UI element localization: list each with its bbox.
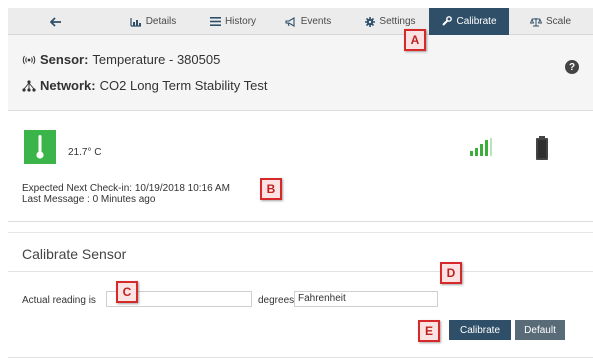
sensor-info-panel: Sensor: Temperature - 380505 Network: CO… bbox=[8, 35, 593, 111]
tab-label: Scale bbox=[545, 16, 571, 27]
sensor-name: Temperature - 380505 bbox=[92, 52, 221, 67]
thermometer-icon bbox=[24, 130, 56, 164]
annotation-marker-e: E bbox=[418, 320, 440, 342]
tab-label: Settings bbox=[379, 16, 416, 27]
last-message: Last Message : 0 Minutes ago bbox=[22, 194, 156, 205]
tab-back[interactable] bbox=[26, 8, 86, 35]
annotation-marker-d: D bbox=[440, 262, 462, 284]
help-glyph: ? bbox=[568, 61, 576, 73]
sensor-line: Sensor: Temperature - 380505 bbox=[22, 52, 220, 67]
sensor-label: Sensor: bbox=[40, 52, 89, 67]
temperature-reading: 21.7° C bbox=[68, 147, 102, 158]
tab-calibrate[interactable]: Calibrate bbox=[429, 8, 509, 35]
tab-history[interactable]: History bbox=[198, 8, 268, 35]
calibrate-button[interactable]: Calibrate bbox=[449, 320, 511, 340]
tab-label: History bbox=[224, 16, 257, 27]
tab-details[interactable]: Details bbox=[118, 8, 188, 35]
annotation-marker-c: C bbox=[116, 281, 138, 303]
gear-icon bbox=[365, 16, 376, 27]
tab-events[interactable]: Events bbox=[273, 8, 343, 35]
calibrate-title: Calibrate Sensor bbox=[22, 246, 127, 262]
units-label: degrees bbox=[258, 295, 295, 306]
next-checkin: Expected Next Check-in: 10/19/2018 10:16… bbox=[22, 183, 230, 194]
bullhorn-icon bbox=[285, 16, 295, 27]
wireless-sensor-icon bbox=[22, 55, 36, 64]
divider bbox=[8, 271, 593, 272]
checkin-info: Expected Next Check-in: 10/19/2018 10:16… bbox=[22, 183, 230, 205]
tab-scale[interactable]: Scale bbox=[513, 8, 588, 35]
signal-strength-icon bbox=[470, 138, 492, 156]
tab-label: Details bbox=[145, 16, 177, 27]
scale-icon bbox=[529, 17, 542, 26]
list-icon bbox=[209, 17, 221, 26]
units-field[interactable]: Fahrenheit bbox=[294, 291, 438, 307]
network-line: Network: CO2 Long Term Stability Test bbox=[22, 78, 268, 93]
tab-label: Calibrate bbox=[456, 16, 497, 27]
network-name: CO2 Long Term Stability Test bbox=[99, 78, 268, 93]
network-label: Network: bbox=[40, 78, 96, 93]
default-button[interactable]: Default bbox=[515, 320, 565, 340]
battery-icon bbox=[536, 136, 548, 160]
tab-label: Events bbox=[300, 16, 332, 27]
wrench-icon bbox=[442, 16, 453, 26]
back-arrow-icon bbox=[50, 16, 61, 27]
help-icon[interactable]: ? bbox=[565, 60, 579, 74]
divider bbox=[8, 357, 593, 358]
tab-bar: Details History Events Settings Calibrat… bbox=[8, 8, 593, 35]
reading-label: Actual reading is bbox=[22, 295, 96, 306]
calibrate-panel: Calibrate Sensor Actual reading is degre… bbox=[8, 232, 593, 361]
network-icon bbox=[22, 79, 36, 92]
annotation-marker-b: B bbox=[260, 178, 282, 200]
sensor-status-panel: 21.7° C Expected Next Check-in: 10/19/20… bbox=[8, 112, 593, 222]
chart-icon bbox=[130, 17, 141, 27]
annotation-marker-a: A bbox=[404, 29, 426, 51]
